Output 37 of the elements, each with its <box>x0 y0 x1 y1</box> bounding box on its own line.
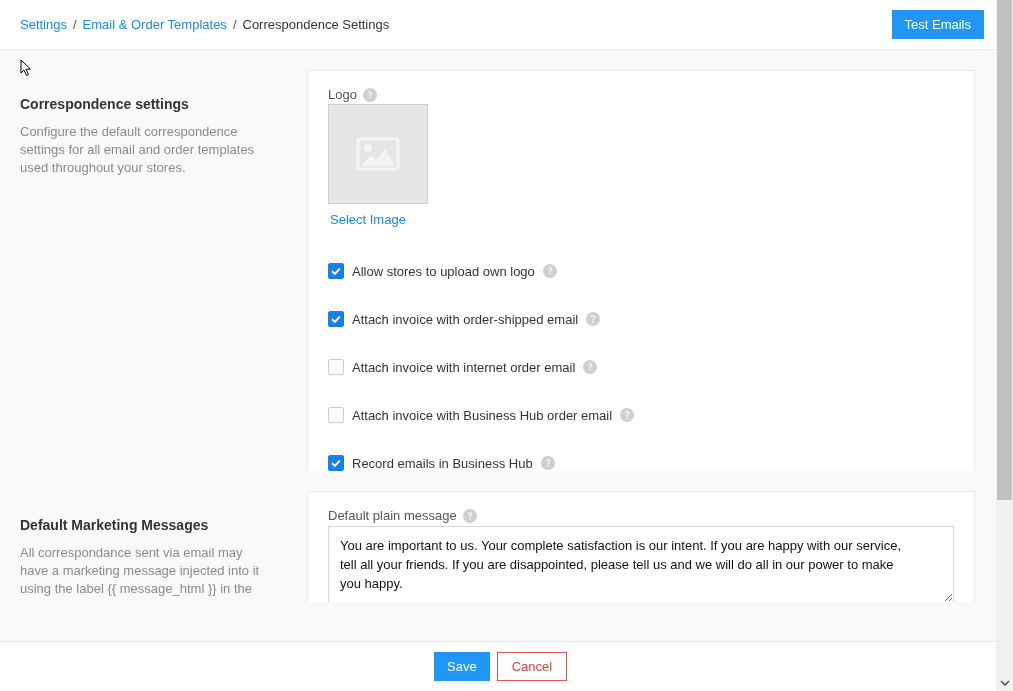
field-label: Logo <box>328 87 357 102</box>
help-icon[interactable] <box>540 456 555 470</box>
scrollbar[interactable] <box>996 0 1013 691</box>
scroll-down-icon[interactable] <box>1000 680 1010 686</box>
test-emails-button[interactable]: Test Emails <box>891 10 984 39</box>
select-image-link[interactable]: Select Image <box>330 212 406 227</box>
breadcrumb-link[interactable]: Settings <box>20 17 67 32</box>
help-icon[interactable] <box>462 508 477 523</box>
checkbox-label: Attach invoice with internet order email <box>352 359 576 375</box>
breadcrumb-link[interactable]: Email & Order Templates <box>82 17 227 32</box>
scrollbar-thumb[interactable] <box>997 0 1012 500</box>
checkbox[interactable] <box>328 407 344 423</box>
cancel-button[interactable]: Cancel <box>496 652 568 681</box>
section-title: Default Marketing Messages <box>20 517 210 533</box>
section-description: All correspondance sent via email may have a marketing message injected into it using the label {{ message_html }} in the <box>20 544 261 598</box>
checkbox[interactable] <box>328 311 344 327</box>
breadcrumb-separator: / <box>232 17 237 32</box>
help-icon[interactable] <box>362 87 377 102</box>
checkbox[interactable] <box>328 263 344 279</box>
help-icon[interactable] <box>583 360 598 374</box>
help-icon[interactable] <box>620 408 635 422</box>
checkbox[interactable] <box>328 455 344 471</box>
checkbox[interactable] <box>328 359 344 375</box>
help-icon[interactable] <box>586 312 601 326</box>
save-button[interactable]: Save <box>434 652 490 681</box>
checkbox-label: Attach invoice with Business Hub order email <box>352 407 613 423</box>
checkbox-label: Allow stores to upload own logo <box>352 263 535 279</box>
breadcrumb-current: Correspondence Settings <box>242 17 390 32</box>
field-label: Default plain message <box>328 508 457 523</box>
checkbox-label: Record emails in Business Hub <box>352 455 533 471</box>
cursor-icon <box>20 59 32 77</box>
section-description: Configure the default correspondence settings for all email and order templates used throughout your stores. <box>20 123 256 177</box>
checkbox-label: Attach invoice with order-shipped email <box>352 311 579 327</box>
help-icon[interactable] <box>542 264 557 278</box>
breadcrumb-separator: / <box>73 17 77 32</box>
section-title: Correspondence settings <box>20 96 190 112</box>
message-field[interactable]: You are important to us. Your complete satisfaction is our intent. If you are happy with our service, tell all your friends. If you are disappointed, please tell us and we will do all in our power to make you happy. <box>328 526 954 602</box>
